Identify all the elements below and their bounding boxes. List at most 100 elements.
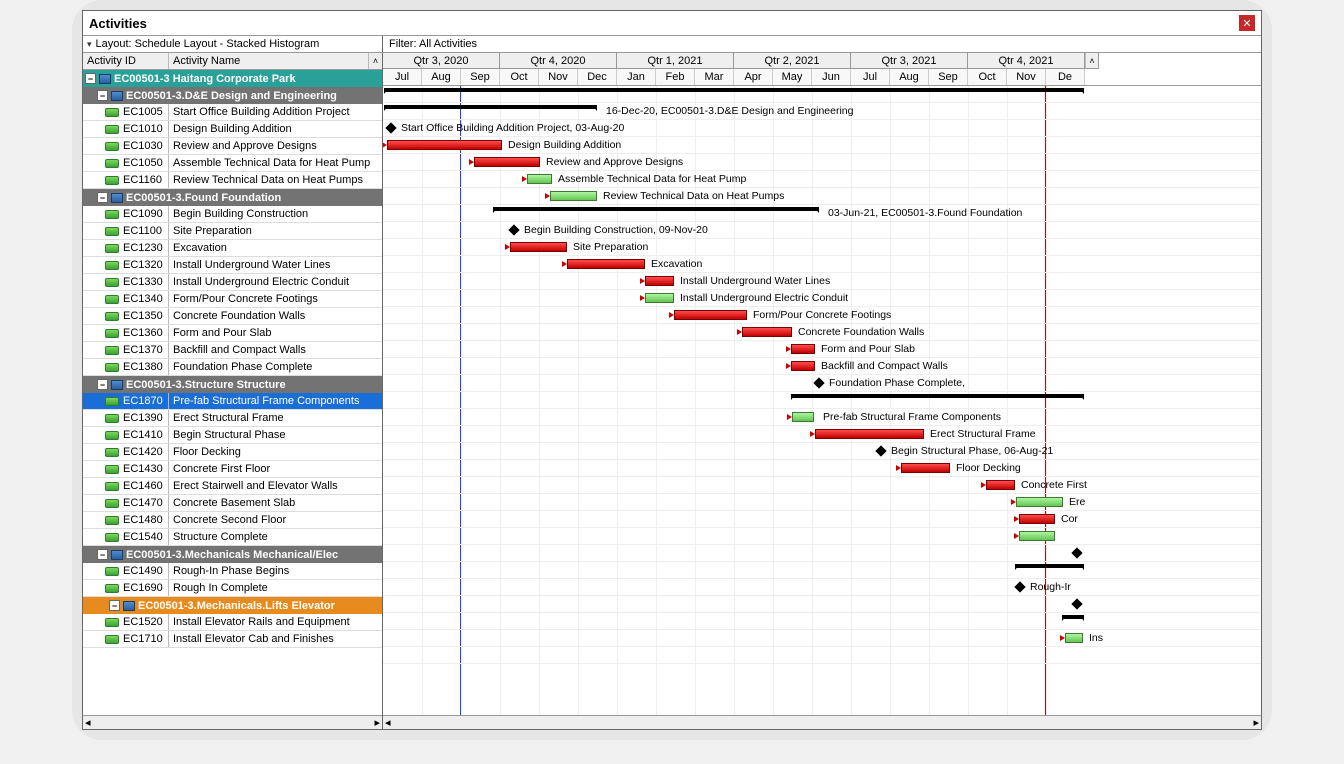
gantt-bar[interactable]	[645, 276, 674, 286]
activity-row[interactable]: EC1430Concrete First Floor	[83, 461, 382, 478]
quarter-header: Qtr 4, 2020	[500, 53, 617, 69]
summary-bar[interactable]	[1063, 615, 1083, 619]
scroll-up-button[interactable]: ˄	[1085, 53, 1099, 69]
activity-row[interactable]: EC1690Rough In Complete	[83, 580, 382, 597]
activity-row[interactable]: EC1340Form/Pour Concrete Footings	[83, 291, 382, 308]
gantt-bar[interactable]	[550, 191, 597, 201]
gantt-bar[interactable]	[474, 157, 540, 167]
activity-row[interactable]: EC1480Concrete Second Floor	[83, 512, 382, 529]
activity-row[interactable]: EC1420Floor Decking	[83, 444, 382, 461]
activity-row[interactable]: EC1390Erect Structural Frame	[83, 410, 382, 427]
activity-row[interactable]: EC1320Install Underground Water Lines	[83, 257, 382, 274]
summary-bar[interactable]	[385, 88, 1083, 92]
activity-row[interactable]: EC1710Install Elevator Cab and Finishes	[83, 631, 382, 648]
gantt-bar[interactable]	[791, 361, 815, 371]
link-arrow-icon	[786, 346, 791, 352]
activity-row[interactable]: EC1050Assemble Technical Data for Heat P…	[83, 155, 382, 172]
wbs-group-row[interactable]: −EC00501-3.Mechanicals Mechanical/Elec	[83, 546, 382, 563]
activity-row[interactable]: EC1540Structure Complete	[83, 529, 382, 546]
activity-row[interactable]: EC1005Start Office Building Addition Pro…	[83, 104, 382, 121]
summary-bar[interactable]	[385, 105, 596, 109]
summary-bar[interactable]	[494, 207, 818, 211]
activity-row[interactable]: EC1030Review and Approve Designs	[83, 138, 382, 155]
gantt-bar[interactable]	[387, 140, 502, 150]
gantt-bar[interactable]	[645, 293, 674, 303]
gantt-bar[interactable]	[815, 429, 924, 439]
gantt-bar[interactable]	[901, 463, 950, 473]
activity-row[interactable]: EC1090Begin Building Construction	[83, 206, 382, 223]
activity-row[interactable]: EC1460Erect Stairwell and Elevator Walls	[83, 478, 382, 495]
gantt-row: Rough-Ir	[383, 579, 1261, 596]
activity-row[interactable]: EC1470Concrete Basement Slab	[83, 495, 382, 512]
wbs-group-row[interactable]: −EC00501-3.Structure Structure	[83, 376, 382, 393]
summary-bar[interactable]	[1016, 564, 1083, 568]
scroll-right-icon[interactable]: ▸	[1253, 716, 1259, 729]
scroll-right-icon[interactable]: ▸	[374, 716, 380, 729]
gantt-bar[interactable]	[674, 310, 747, 320]
milestone[interactable]	[813, 377, 824, 388]
activity-row[interactable]: EC1360Form and Pour Slab	[83, 325, 382, 342]
collapse-toggle[interactable]: −	[85, 73, 96, 84]
summary-bar[interactable]	[792, 394, 1083, 398]
activity-row[interactable]: EC1370Backfill and Compact Walls	[83, 342, 382, 359]
milestone[interactable]	[1071, 598, 1082, 609]
close-button[interactable]: ✕	[1239, 15, 1255, 31]
milestone[interactable]	[1071, 547, 1082, 558]
activity-row[interactable]: EC1010Design Building Addition	[83, 121, 382, 138]
wbs-group-row[interactable]: −EC00501-3.D&E Design and Engineering	[83, 87, 382, 104]
milestone[interactable]	[385, 122, 396, 133]
activity-row[interactable]: EC1490Rough-In Phase Begins	[83, 563, 382, 580]
wbs-group-row[interactable]: −EC00501-3.Mechanicals.Lifts Elevator	[83, 597, 382, 614]
gantt-row: Pre-fab Structural Frame Components	[383, 409, 1261, 426]
collapse-toggle[interactable]: −	[97, 379, 108, 390]
collapse-toggle[interactable]: −	[109, 600, 120, 611]
gantt-area[interactable]: 16-Dec-20, EC00501-3.D&E Design and Engi…	[383, 86, 1261, 715]
activity-row[interactable]: EC1100Site Preparation	[83, 223, 382, 240]
milestone[interactable]	[1014, 581, 1025, 592]
gantt-bar[interactable]	[742, 327, 792, 337]
gantt-bar[interactable]	[1016, 497, 1063, 507]
gantt-bar[interactable]	[986, 480, 1015, 490]
activity-row[interactable]: EC1410Begin Structural Phase	[83, 427, 382, 444]
gantt-bar[interactable]	[1019, 531, 1055, 541]
wbs-group-row[interactable]: −EC00501-3.Found Foundation	[83, 189, 382, 206]
milestone[interactable]	[875, 445, 886, 456]
gantt-bar[interactable]	[792, 412, 814, 422]
gantt-bar[interactable]	[527, 174, 552, 184]
collapse-toggle[interactable]: −	[97, 549, 108, 560]
layout-selector[interactable]: ▾ Layout: Schedule Layout - Stacked Hist…	[83, 36, 383, 52]
activity-table: Activity ID Activity Name ˄ −EC00501-3 H…	[83, 53, 383, 729]
activity-icon	[105, 125, 119, 134]
col-activity-name[interactable]: Activity Name	[169, 53, 368, 69]
hscroll-right[interactable]: ◂ ▸	[383, 715, 1261, 729]
col-activity-id[interactable]: Activity ID	[83, 53, 169, 69]
activity-tree[interactable]: −EC00501-3 Haitang Corporate Park−EC0050…	[83, 70, 382, 715]
hscroll-left[interactable]: ◂ ▸	[83, 715, 382, 729]
activity-row[interactable]: EC1160Review Technical Data on Heat Pump…	[83, 172, 382, 189]
gantt-bar[interactable]	[1065, 633, 1083, 643]
activity-id: EC1100	[123, 225, 162, 237]
gantt-bar[interactable]	[1019, 514, 1055, 524]
bar-label: Install Underground Water Lines	[680, 275, 830, 287]
scroll-left-icon[interactable]: ◂	[385, 716, 391, 729]
collapse-toggle[interactable]: −	[97, 192, 108, 203]
activity-row[interactable]: EC1350Concrete Foundation Walls	[83, 308, 382, 325]
gantt-bar[interactable]	[510, 242, 567, 252]
wbs-group-row[interactable]: − EC00501-3 Haitang Corporate Park	[83, 70, 382, 87]
scroll-up-button[interactable]: ˄	[368, 53, 382, 69]
milestone[interactable]	[508, 224, 519, 235]
month-header: Jun	[812, 69, 851, 85]
activity-row[interactable]: EC1520Install Elevator Rails and Equipme…	[83, 614, 382, 631]
link-arrow-icon	[545, 193, 550, 199]
scroll-left-icon[interactable]: ◂	[85, 716, 91, 729]
gantt-bar[interactable]	[567, 259, 645, 269]
group-label: EC00501-3 Haitang Corporate Park	[114, 73, 296, 85]
gantt-bar[interactable]	[791, 344, 815, 354]
activity-row[interactable]: EC1330Install Underground Electric Condu…	[83, 274, 382, 291]
bar-label: Assemble Technical Data for Heat Pump	[558, 173, 746, 185]
activity-row[interactable]: EC1380Foundation Phase Complete	[83, 359, 382, 376]
activity-row[interactable]: EC1870Pre-fab Structural Frame Component…	[83, 393, 382, 410]
collapse-toggle[interactable]: −	[97, 90, 108, 101]
activity-id: EC1360	[123, 327, 163, 339]
activity-row[interactable]: EC1230Excavation	[83, 240, 382, 257]
